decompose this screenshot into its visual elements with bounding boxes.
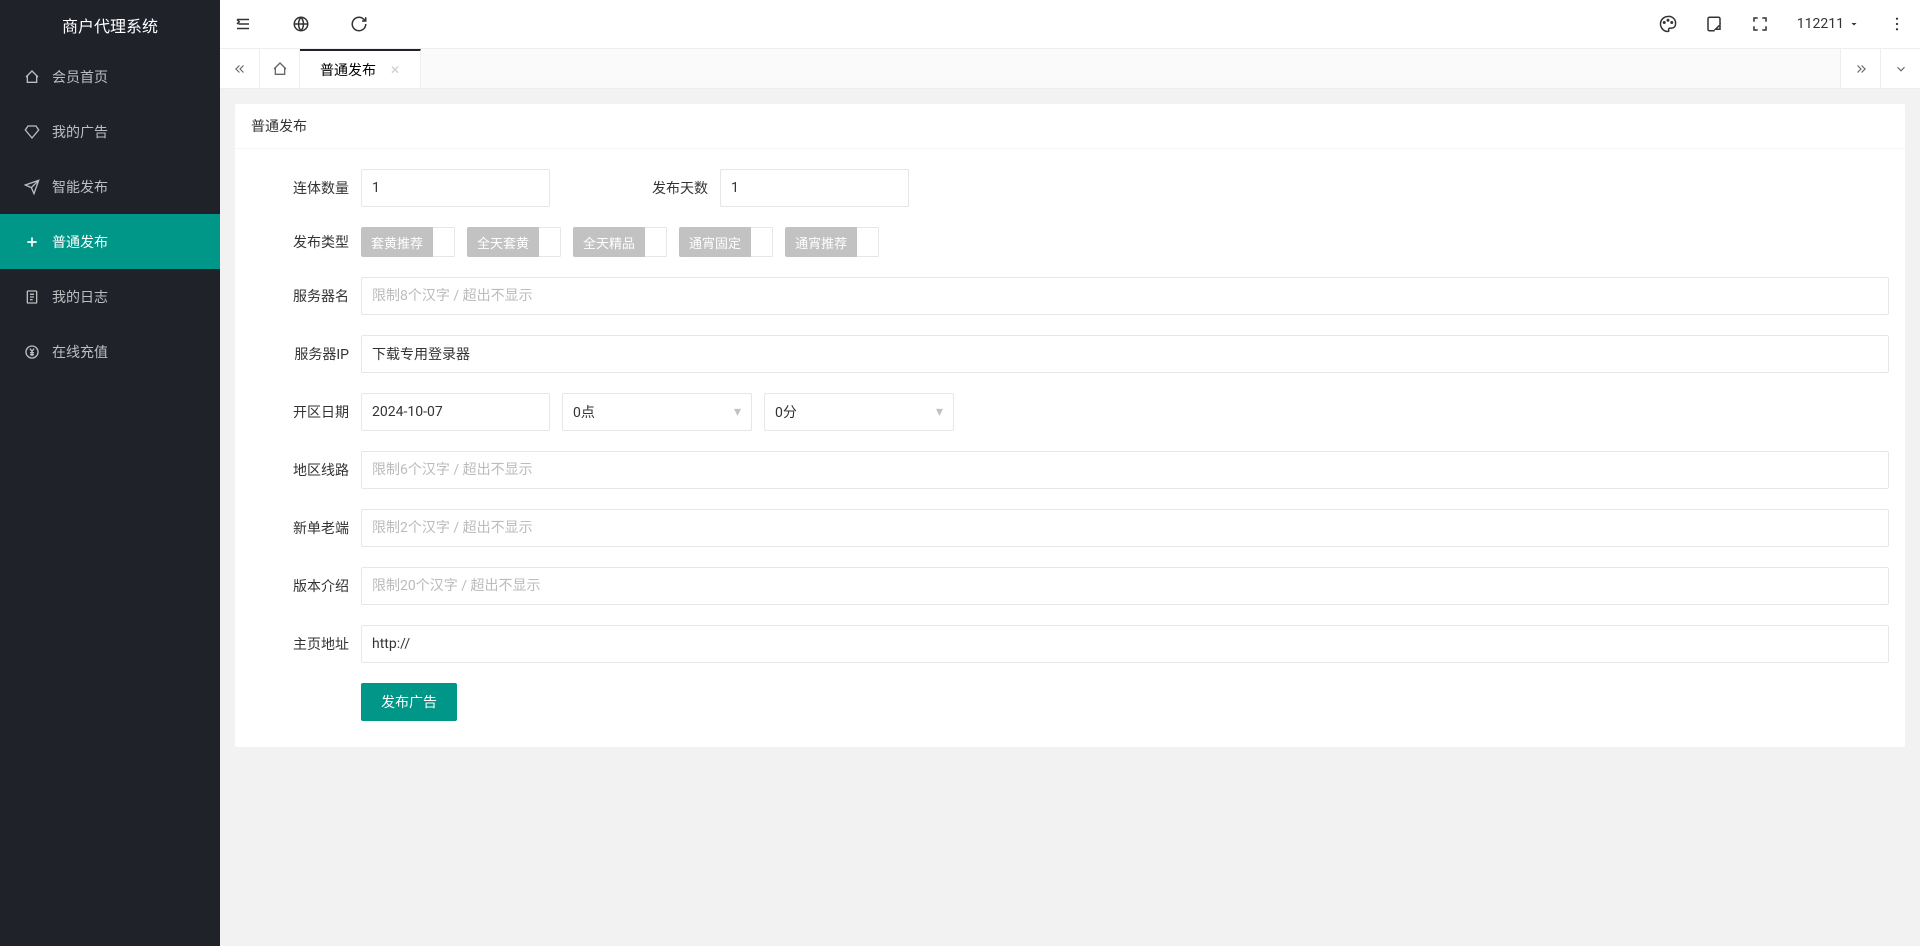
days-label: 发布天数 xyxy=(550,178,720,198)
type-tag-2[interactable]: 全天精品 xyxy=(573,227,667,257)
sidebar-item-my-ads[interactable]: 我的广告 xyxy=(0,104,220,159)
sidebar-item-label: 我的广告 xyxy=(52,122,108,142)
home-icon xyxy=(24,69,40,85)
type-tag-1[interactable]: 全天套黄 xyxy=(467,227,561,257)
version-input[interactable] xyxy=(361,567,1889,605)
tag-badge xyxy=(539,227,561,257)
sidebar-item-logs[interactable]: 我的日志 xyxy=(0,269,220,324)
publish-card: 普通发布 连体数量 发布天数 发布类型 xyxy=(235,104,1905,747)
tab-home[interactable] xyxy=(260,49,300,88)
server-ip-input[interactable] xyxy=(361,335,1889,373)
main: 112211 普通发布 ✕ 普通发布 xyxy=(220,0,1920,946)
app-title: 商户代理系统 xyxy=(0,0,220,49)
user-dropdown[interactable]: 112211 xyxy=(1797,16,1860,32)
row-server-ip: 服务器IP xyxy=(251,335,1889,373)
chevron-down-icon: ▾ xyxy=(936,404,943,420)
sidebar-item-smart-publish[interactable]: 智能发布 xyxy=(0,159,220,214)
tab-menu-icon[interactable] xyxy=(1880,49,1920,88)
hour-value: 0点 xyxy=(573,402,595,422)
send-icon xyxy=(24,179,40,195)
sidebar-item-label: 在线充值 xyxy=(52,342,108,362)
minute-select[interactable]: 0分 ▾ xyxy=(764,393,954,431)
region-label: 地区线路 xyxy=(251,460,361,480)
homepage-label: 主页地址 xyxy=(251,634,361,654)
server-name-label: 服务器名 xyxy=(251,286,361,306)
qty-input[interactable] xyxy=(361,169,550,207)
type-tag-0[interactable]: 套黄推荐 xyxy=(361,227,455,257)
type-tags: 套黄推荐 全天套黄 全天精品 通宵固定 通宵推荐 xyxy=(361,227,1889,257)
tab-scroll-left[interactable] xyxy=(220,49,260,88)
tab-list: 普通发布 ✕ xyxy=(300,49,1840,88)
tab-label: 普通发布 xyxy=(320,60,376,80)
hour-select[interactable]: 0点 ▾ xyxy=(562,393,752,431)
yen-icon xyxy=(24,344,40,360)
sidebar-item-label: 智能发布 xyxy=(52,177,108,197)
tabbar: 普通发布 ✕ xyxy=(220,49,1920,89)
sidebar-menu: 会员首页 我的广告 智能发布 普通发布 我的日志 在线充值 xyxy=(0,49,220,379)
topbar-left xyxy=(234,15,368,33)
plus-icon xyxy=(24,234,40,250)
fullscreen-icon[interactable] xyxy=(1751,15,1769,33)
open-date-label: 开区日期 xyxy=(251,402,361,422)
diamond-icon xyxy=(24,124,40,140)
type-tag-3[interactable]: 通宵固定 xyxy=(679,227,773,257)
username: 112211 xyxy=(1797,16,1844,32)
type-tag-4[interactable]: 通宵推荐 xyxy=(785,227,879,257)
tag-badge xyxy=(645,227,667,257)
card-title: 普通发布 xyxy=(235,104,1905,149)
sidebar: 商户代理系统 会员首页 我的广告 智能发布 普通发布 我的日志 在线充值 xyxy=(0,0,220,946)
caret-down-icon xyxy=(1848,18,1860,30)
tag-badge xyxy=(433,227,455,257)
version-label: 版本介绍 xyxy=(251,576,361,596)
row-open-date: 开区日期 0点 ▾ 0分 ▾ xyxy=(251,393,1889,431)
tag-badge xyxy=(751,227,773,257)
row-client: 新单老端 xyxy=(251,509,1889,547)
row-qty-days: 连体数量 发布天数 xyxy=(251,169,1889,207)
file-icon xyxy=(24,289,40,305)
row-homepage: 主页地址 xyxy=(251,625,1889,663)
publish-form: 连体数量 发布天数 发布类型 套黄推荐 全天套黄 全天精品 xyxy=(235,149,1905,747)
row-version: 版本介绍 xyxy=(251,567,1889,605)
topbar: 112211 xyxy=(220,0,1920,49)
content-area: 普通发布 连体数量 发布天数 发布类型 xyxy=(220,89,1920,946)
qty-label: 连体数量 xyxy=(251,178,361,198)
sidebar-item-label: 普通发布 xyxy=(52,232,108,252)
row-submit: 发布广告 xyxy=(251,683,1889,721)
days-input[interactable] xyxy=(720,169,909,207)
sidebar-item-label: 我的日志 xyxy=(52,287,108,307)
theme-icon[interactable] xyxy=(1659,15,1677,33)
refresh-icon[interactable] xyxy=(350,15,368,33)
close-icon[interactable]: ✕ xyxy=(390,63,400,77)
tag-badge xyxy=(857,227,879,257)
row-type: 发布类型 套黄推荐 全天套黄 全天精品 通宵固定 通宵推荐 xyxy=(251,227,1889,257)
server-name-input[interactable] xyxy=(361,277,1889,315)
chevron-down-icon: ▾ xyxy=(734,404,741,420)
sidebar-item-label: 会员首页 xyxy=(52,67,108,87)
tab-scroll-right[interactable] xyxy=(1840,49,1880,88)
server-ip-label: 服务器IP xyxy=(251,344,361,364)
client-input[interactable] xyxy=(361,509,1889,547)
topbar-right: 112211 xyxy=(1659,15,1906,33)
more-icon[interactable] xyxy=(1888,15,1906,33)
sidebar-item-normal-publish[interactable]: 普通发布 xyxy=(0,214,220,269)
open-date-input[interactable] xyxy=(361,393,550,431)
region-input[interactable] xyxy=(361,451,1889,489)
menu-toggle-icon[interactable] xyxy=(234,15,252,33)
row-server-name: 服务器名 xyxy=(251,277,1889,315)
sidebar-item-home[interactable]: 会员首页 xyxy=(0,49,220,104)
tab-normal-publish[interactable]: 普通发布 ✕ xyxy=(300,49,421,88)
client-label: 新单老端 xyxy=(251,518,361,538)
globe-icon[interactable] xyxy=(292,15,310,33)
submit-button[interactable]: 发布广告 xyxy=(361,683,457,721)
homepage-input[interactable] xyxy=(361,625,1889,663)
note-icon[interactable] xyxy=(1705,15,1723,33)
row-region: 地区线路 xyxy=(251,451,1889,489)
sidebar-item-recharge[interactable]: 在线充值 xyxy=(0,324,220,379)
minute-value: 0分 xyxy=(775,402,797,422)
type-label: 发布类型 xyxy=(251,232,361,252)
